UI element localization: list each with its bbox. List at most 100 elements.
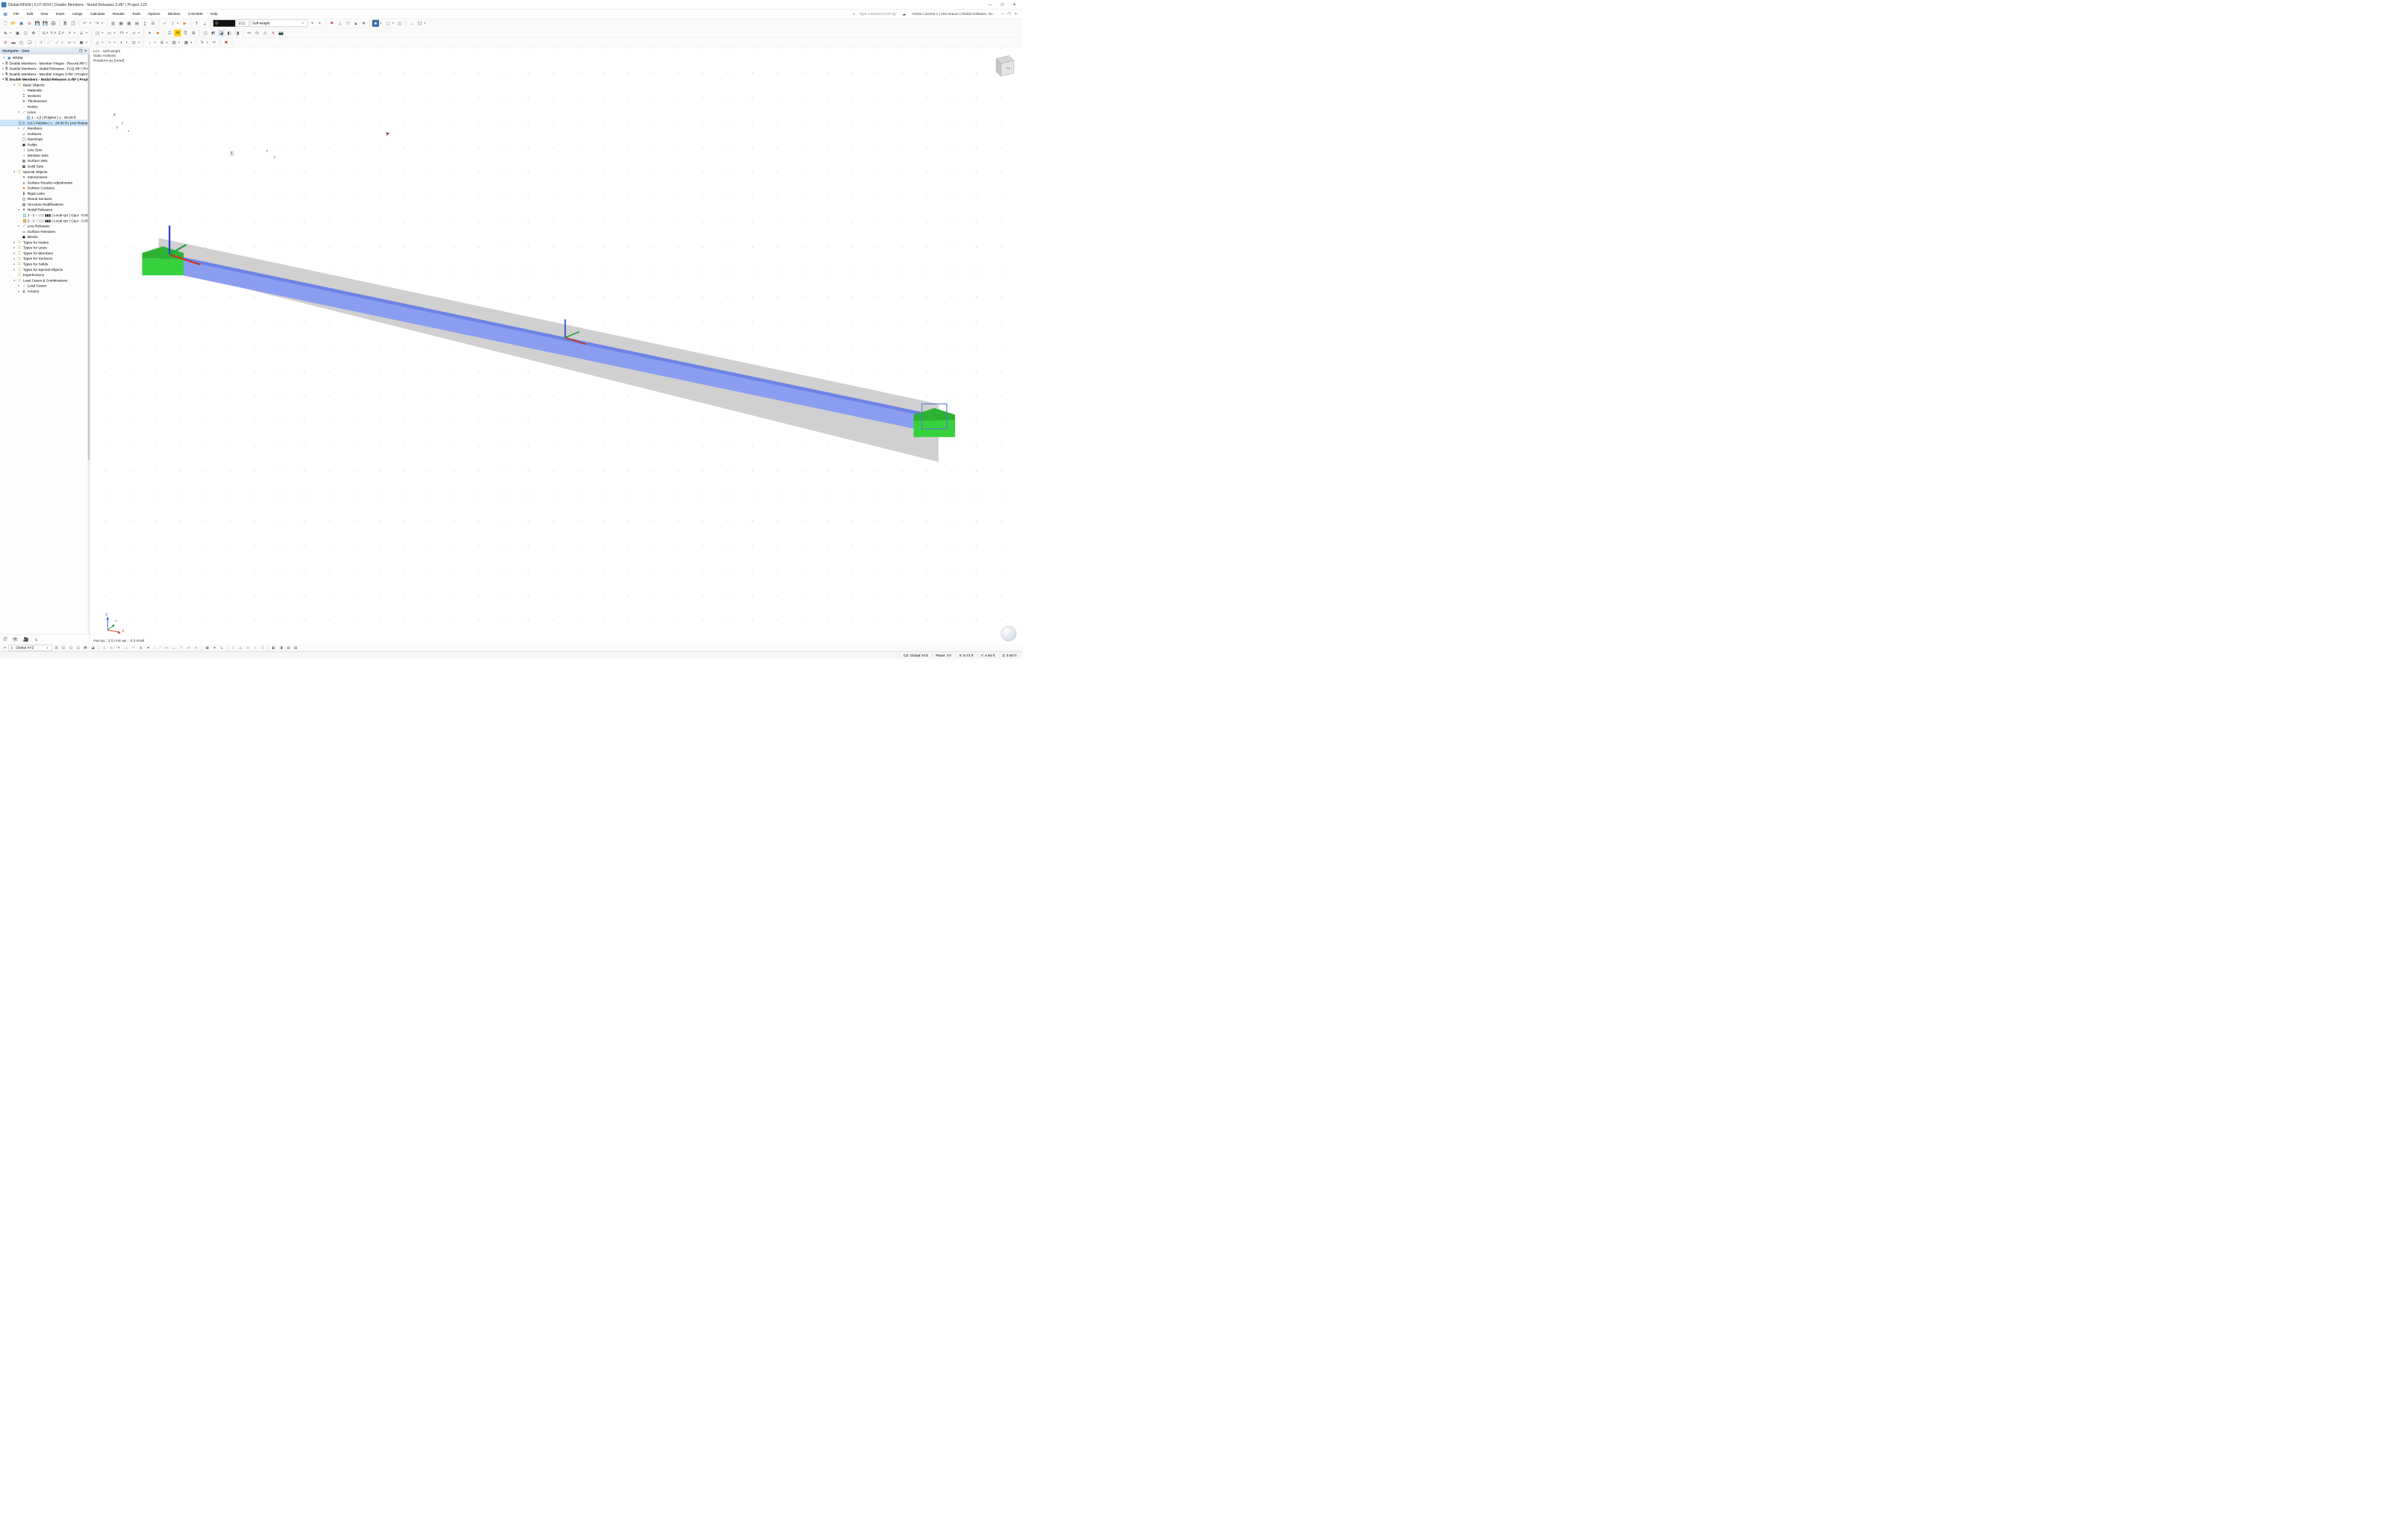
lc-name-select[interactable]: Self-weight▾ <box>250 19 307 26</box>
tree-surface-releases[interactable]: Surface Releases <box>28 230 55 234</box>
shape-sq-icon[interactable]: □ <box>230 645 237 651</box>
edit-member-icon[interactable]: ∕ <box>54 39 60 46</box>
menu-window[interactable]: Window <box>164 10 183 17</box>
tree-types-surfaces[interactable]: Types for Surfaces <box>23 257 52 260</box>
tree-surfacesets[interactable]: Surface Sets <box>28 159 48 163</box>
tree-surfaces[interactable]: Surfaces <box>28 132 42 136</box>
tree-nodal-releases[interactable]: Nodal Releases <box>28 207 52 211</box>
rigid-icon[interactable]: ⊡ <box>131 39 137 46</box>
cloud-icon[interactable]: ☁ <box>901 10 907 17</box>
model-viewport[interactable]: LC1 - Self-weight Static Analysis Rotati… <box>90 47 1022 644</box>
draw-arc-icon[interactable]: ◡ <box>171 645 178 651</box>
coord-system-select[interactable]: 1 - Global XYZ▾ <box>9 645 52 651</box>
toggle-e-icon[interactable]: ◨ <box>234 29 240 36</box>
tree-basic-objects[interactable]: Basic Objects <box>23 83 45 87</box>
nav-mode-results-icon[interactable]: ↘ <box>34 636 37 642</box>
status-tool-cs-icon[interactable]: ⌖ <box>2 645 8 651</box>
mesh-icon[interactable]: ✶ <box>146 29 153 36</box>
aux-minimize-icon[interactable]: — <box>1000 11 1005 16</box>
assistant-avatar-icon[interactable] <box>1001 626 1016 642</box>
tree-actions[interactable]: Actions <box>28 289 39 293</box>
tree-nodal-2[interactable]: 2 - 1 - □□□ ▮▮▮ | Local xyz | Cφ,x : 0.0… <box>28 219 89 223</box>
delete-x-icon[interactable]: ✖ <box>222 39 229 46</box>
shape-cir-icon[interactable]: ○ <box>252 645 259 651</box>
menu-edit[interactable]: Edit <box>24 10 37 17</box>
shape-dia-icon[interactable]: ◇ <box>245 645 251 651</box>
edit-node-icon[interactable]: ⊹ <box>38 39 45 46</box>
layers-icon[interactable]: ❏ <box>26 39 33 46</box>
support-2-icon[interactable]: ▽ <box>344 19 351 26</box>
script-icon[interactable]: ⎘ <box>182 29 189 36</box>
tree-root[interactable]: RFEM <box>13 56 22 60</box>
snap-2-icon[interactable]: ⊟ <box>60 645 67 651</box>
tree-types-nodes[interactable]: Types for Nodes <box>23 240 49 244</box>
results-right-icon[interactable]: ⤓ <box>201 19 208 26</box>
list-icon[interactable]: ☶ <box>166 29 173 36</box>
flag-red-icon[interactable]: ⚑ <box>328 19 335 26</box>
render-dotted-icon[interactable]: ◫ <box>396 19 403 26</box>
app-menu-icon[interactable]: ▦ <box>2 10 9 17</box>
new-file-icon[interactable]: 🗋 <box>2 19 9 26</box>
grid-4-icon[interactable]: ▤ <box>134 19 140 26</box>
fx-icon[interactable]: ƒ <box>169 19 176 26</box>
select-icon[interactable]: ⬉ <box>2 29 9 36</box>
grid-toggle-icon[interactable]: ▦ <box>204 645 211 651</box>
hinge-icon[interactable]: ○ <box>106 39 113 46</box>
navigator-close-icon[interactable]: ✕ <box>84 48 87 53</box>
plugin-icon[interactable]: ⚙ <box>190 29 197 36</box>
run-icon[interactable]: ▶ <box>181 19 188 26</box>
minimize-button[interactable]: — <box>987 2 994 7</box>
tree-solidsets[interactable]: Solid Sets <box>28 164 43 168</box>
member-icon[interactable]: ▬ <box>10 39 16 46</box>
support-1-icon[interactable]: △ <box>337 19 343 26</box>
load-solid-icon[interactable]: ▦ <box>183 39 190 46</box>
edit-line-icon[interactable]: ／ <box>46 39 52 46</box>
grid-2-icon[interactable]: ▦ <box>118 19 125 26</box>
tree-line-2[interactable]: 2 - 5,6 | Polyline | L : 20.00 ft | Line… <box>22 121 88 125</box>
keyword-search-hint[interactable]: Type a keyword (Alt+Q) <box>856 12 899 16</box>
measure-icon[interactable]: ✂ <box>210 39 217 46</box>
axis-free-icon[interactable]: ↗ <box>66 29 72 36</box>
tree-result-sec[interactable]: Result Sections <box>28 197 52 201</box>
menu-options[interactable]: Options <box>145 10 163 17</box>
print-icon[interactable]: 🖨 <box>50 19 57 26</box>
tree-lines[interactable]: Lines <box>28 110 36 113</box>
aux-restore-icon[interactable]: ❐ <box>1007 11 1012 16</box>
misc-4-icon[interactable]: ▥ <box>293 645 299 651</box>
grid-3-icon[interactable]: ▩ <box>125 19 132 26</box>
osnap-perp-icon[interactable]: ⊥ <box>123 645 130 651</box>
misc-2-icon[interactable]: ◨ <box>278 645 284 651</box>
menu-file[interactable]: File <box>10 10 22 17</box>
redo-icon[interactable]: ↷ <box>93 19 100 26</box>
prev-lc-icon[interactable]: ◂ <box>308 19 315 26</box>
clipboard-icon[interactable]: 📋 <box>69 19 76 26</box>
tree-sra[interactable]: Surface Results Adjustments <box>28 181 72 184</box>
axis-x-icon[interactable]: X↗ <box>42 29 49 36</box>
tree-intersections[interactable]: Intersections <box>28 175 48 179</box>
tree-model-1[interactable]: Double Members - Nodal Releases - FAQ.rf… <box>10 66 90 70</box>
link-icon[interactable]: ⚯ <box>246 29 252 36</box>
support-3-icon[interactable]: ▲ <box>352 19 359 26</box>
snap-6-icon[interactable]: ◪ <box>90 645 96 651</box>
grid-1-icon[interactable]: ▥ <box>110 19 116 26</box>
warn-icon[interactable]: ⚠ <box>262 29 269 36</box>
toggle-d-icon[interactable]: ◧ <box>226 29 233 36</box>
comment-icon[interactable]: ✎ <box>199 39 205 46</box>
navigate-icon[interactable]: ✥ <box>30 29 37 36</box>
support-4-icon[interactable]: ▼ <box>360 19 367 26</box>
tree-thicknesses[interactable]: Thicknesses <box>28 99 47 103</box>
menu-help[interactable]: Help <box>207 10 221 17</box>
snap-5-icon[interactable]: ◩ <box>82 645 89 651</box>
tree-model-2[interactable]: Double Members - Member Hinges 3.rf6* | … <box>10 72 90 76</box>
tree-types-special[interactable]: Types for Special Objects <box>23 267 63 271</box>
undo-icon[interactable]: ↶ <box>81 19 88 26</box>
tree-sections[interactable]: Sections <box>28 94 41 98</box>
toggle-b-icon[interactable]: ◩ <box>210 29 216 36</box>
tree-model-current[interactable]: Double Members - Nodal Releases 3.rf6* |… <box>10 78 90 81</box>
osnap-tan-icon[interactable]: ◠ <box>131 645 137 651</box>
save-icon[interactable]: 💾 <box>34 19 40 26</box>
support-node-icon[interactable]: △ <box>94 39 101 46</box>
results-left-icon[interactable]: ⤒ <box>193 19 200 26</box>
draw-rect-icon[interactable]: ▭ <box>186 645 193 651</box>
maximize-button[interactable]: ☐ <box>999 2 1006 7</box>
